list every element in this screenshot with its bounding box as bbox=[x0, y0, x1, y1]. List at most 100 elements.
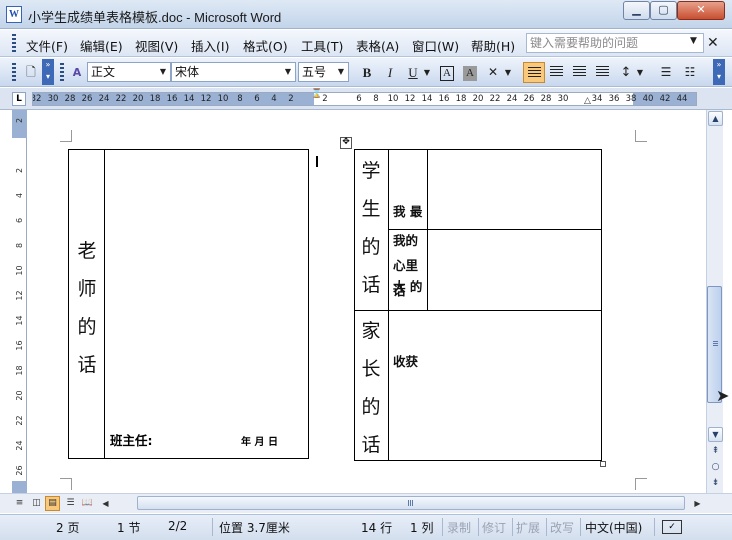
ruler-number: 10 bbox=[217, 94, 229, 104]
crop-mark-bottom-right bbox=[635, 478, 647, 490]
chevron-down-icon: ▼ bbox=[284, 67, 292, 76]
scroll-left-button[interactable]: ◀ bbox=[98, 496, 113, 511]
style-select[interactable]: 正文 ▼ bbox=[87, 62, 171, 82]
menu-view[interactable]: 视图(V) bbox=[135, 36, 178, 55]
toolbar-grip-2-icon[interactable] bbox=[60, 63, 64, 81]
student-parent-table[interactable]: 学 生 的 话 我 最 大 的 收获 我的 心里 话 家 长 的 话 bbox=[354, 149, 602, 461]
styles-pane-icon[interactable]: A bbox=[66, 62, 88, 83]
text-cursor bbox=[316, 156, 318, 167]
align-justify-button[interactable] bbox=[523, 62, 545, 83]
minimize-button[interactable]: ▁ bbox=[623, 1, 650, 20]
toolbar-options-icon[interactable]: » ▾ bbox=[42, 59, 54, 85]
next-page-icon[interactable]: ⇟ bbox=[708, 478, 723, 488]
select-browse-object-icon[interactable]: ○ bbox=[708, 462, 723, 472]
ruler-number: 22 bbox=[115, 94, 127, 104]
distributed-align-button[interactable] bbox=[592, 62, 614, 83]
student-heading-char: 的 bbox=[361, 236, 381, 258]
font-size-select[interactable]: 五号 ▼ bbox=[298, 62, 349, 82]
status-separator bbox=[442, 518, 443, 536]
status-overtype[interactable]: 改写 bbox=[550, 519, 574, 536]
ruler-number: 6 bbox=[254, 94, 260, 104]
document-page[interactable]: 老 师 的 话 班主任: 年 月 日 ✥ 学 生 的 话 我 最 大 的 收获 … bbox=[27, 110, 706, 493]
print-layout-view-icon[interactable]: ▤ bbox=[45, 496, 60, 511]
spelling-check-icon[interactable]: ✓ bbox=[662, 520, 682, 534]
outline-view-icon[interactable]: ☰ bbox=[63, 496, 78, 511]
menu-insert[interactable]: 插入(I) bbox=[191, 36, 229, 55]
teacher-heading-char: 师 bbox=[77, 278, 97, 300]
ruler-number: 20 bbox=[472, 94, 484, 104]
new-document-icon[interactable]: 🗋 bbox=[20, 62, 42, 83]
menu-file[interactable]: 文件(F) bbox=[26, 36, 68, 55]
parent-heading-char: 长 bbox=[361, 358, 381, 380]
ruler-number: 14 bbox=[183, 94, 195, 104]
normal-view-icon[interactable]: ≡ bbox=[12, 496, 27, 511]
chevron-down-icon: ▼ bbox=[159, 67, 167, 76]
word-app-icon[interactable]: W bbox=[6, 6, 22, 23]
horizontal-scroll-thumb[interactable] bbox=[137, 496, 685, 510]
reading-view-icon[interactable]: 📖 bbox=[80, 496, 95, 511]
signature-date-label: 年 月 日 bbox=[241, 437, 278, 448]
ruler-number: 16 bbox=[438, 94, 450, 104]
vruler-number: 2 bbox=[15, 167, 24, 174]
ruler-number: 40 bbox=[642, 94, 654, 104]
align-center-button[interactable] bbox=[546, 62, 568, 83]
toolbar-grip-icon[interactable] bbox=[12, 63, 16, 81]
previous-page-icon[interactable]: ⇞ bbox=[708, 446, 723, 456]
status-track-changes[interactable]: 修订 bbox=[482, 519, 506, 536]
ruler-number: 8 bbox=[237, 94, 243, 104]
teacher-comment-table[interactable]: 老 师 的 话 班主任: 年 月 日 bbox=[68, 149, 309, 459]
scroll-up-button[interactable]: ▲ bbox=[708, 111, 723, 126]
ruler-number: 36 bbox=[608, 94, 620, 104]
status-language[interactable]: 中文(中国) bbox=[585, 519, 642, 536]
bullets-icon[interactable]: ☷ bbox=[679, 62, 701, 83]
status-page: 2 页 bbox=[56, 521, 80, 535]
menu-window[interactable]: 窗口(W) bbox=[412, 36, 459, 55]
scroll-down-button[interactable]: ▼ bbox=[708, 427, 723, 442]
style-value: 正文 bbox=[91, 65, 116, 79]
numbering-icon[interactable]: ☰ bbox=[655, 62, 677, 83]
line-spacing-dropdown-icon[interactable]: ▼ bbox=[634, 62, 646, 83]
status-separator bbox=[478, 518, 479, 536]
web-view-icon[interactable]: ◫ bbox=[29, 496, 44, 511]
font-select[interactable]: 宋体 ▼ bbox=[171, 62, 296, 82]
ruler-number: 30 bbox=[557, 94, 569, 104]
table-resize-handle-icon[interactable] bbox=[600, 461, 606, 467]
help-question-input[interactable]: 键入需要帮助的问题 bbox=[526, 33, 704, 53]
menu-grip-icon[interactable] bbox=[12, 34, 16, 52]
scaling-dropdown-icon[interactable]: ▼ bbox=[502, 62, 514, 83]
scroll-right-button[interactable]: ▶ bbox=[690, 496, 705, 511]
table-move-handle-icon[interactable]: ✥ bbox=[340, 137, 352, 149]
help-dropdown-icon[interactable]: ▼ bbox=[690, 36, 697, 46]
menu-edit[interactable]: 编辑(E) bbox=[80, 36, 123, 55]
ruler-number: 6 bbox=[356, 94, 362, 104]
character-shading-icon[interactable]: A bbox=[459, 62, 481, 83]
menu-table[interactable]: 表格(A) bbox=[356, 36, 399, 55]
horizontal-ruler[interactable]: 3230282624222018161412108642268101214161… bbox=[32, 92, 697, 106]
ruler-number: 20 bbox=[132, 94, 144, 104]
close-button[interactable]: ✕ bbox=[677, 1, 725, 20]
student-heading-char: 学 bbox=[361, 160, 381, 182]
underline-dropdown-icon[interactable]: ▼ bbox=[420, 62, 434, 83]
document-close-icon[interactable]: ✕ bbox=[707, 35, 719, 51]
toolbar-overflow-icon[interactable]: » ▾ bbox=[713, 59, 725, 85]
right-indent-marker-icon[interactable]: △ bbox=[584, 96, 591, 106]
bold-button[interactable]: B bbox=[356, 62, 378, 83]
status-record-macro[interactable]: 录制 bbox=[447, 519, 471, 536]
parent-heading-char: 家 bbox=[361, 320, 381, 342]
maximize-button[interactable]: ▢ bbox=[650, 1, 677, 20]
status-extend-selection[interactable]: 扩展 bbox=[516, 519, 540, 536]
indent-marker-icon[interactable]: ⌛ bbox=[311, 90, 322, 99]
character-border-icon[interactable]: A bbox=[436, 62, 458, 83]
menu-help[interactable]: 帮助(H) bbox=[471, 36, 515, 55]
tab-selector-button[interactable]: L bbox=[12, 92, 26, 106]
ruler-number: 4 bbox=[271, 94, 277, 104]
align-right-button[interactable] bbox=[569, 62, 591, 83]
italic-button[interactable]: I bbox=[379, 62, 401, 83]
menu-format[interactable]: 格式(O) bbox=[243, 36, 288, 55]
ruler-number: 30 bbox=[47, 94, 59, 104]
character-scaling-icon[interactable]: ✕ bbox=[482, 62, 504, 83]
vruler-number: 16 bbox=[15, 340, 24, 351]
menu-tools[interactable]: 工具(T) bbox=[301, 36, 343, 55]
heart-words-label: 我的 心里 话 bbox=[393, 228, 418, 303]
vertical-ruler[interactable]: 2 2 4 6 8 10 12 14 16 18 20 22 24 26 bbox=[12, 110, 27, 493]
